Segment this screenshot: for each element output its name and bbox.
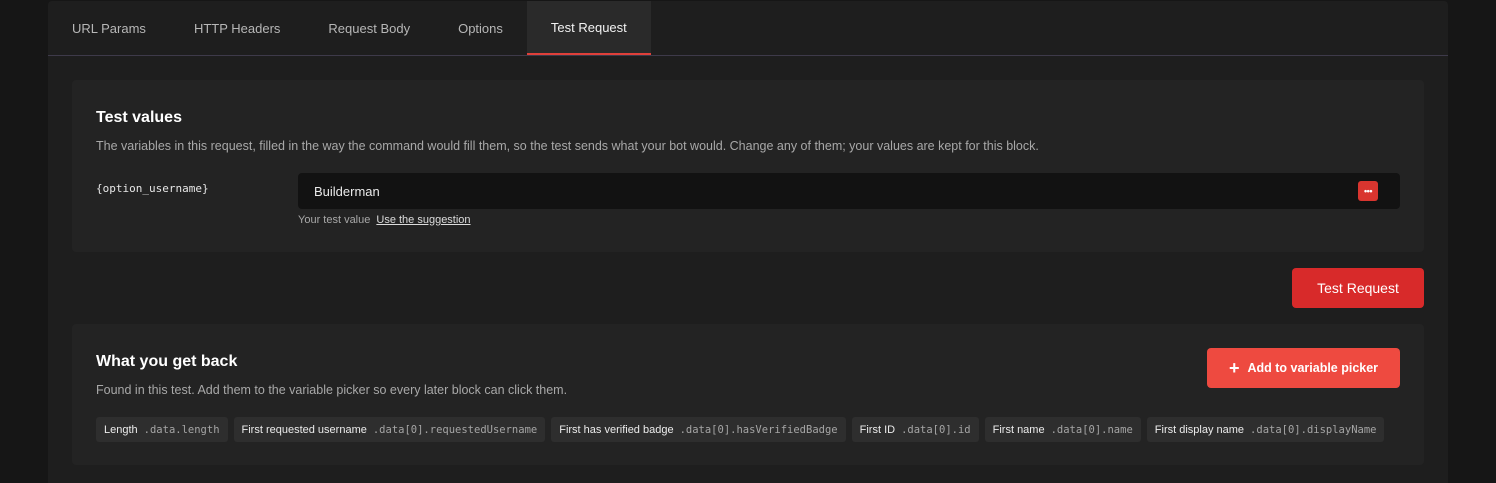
- variable-menu-icon[interactable]: •••: [1358, 181, 1378, 201]
- chip-label: First display name: [1154, 423, 1245, 436]
- result-chip[interactable]: First ID .data[0].id: [851, 417, 979, 442]
- use-suggestion-link[interactable]: Use the suggestion: [376, 214, 470, 226]
- chip-label: Length: [104, 423, 138, 436]
- test-value-field: •••: [298, 173, 1400, 209]
- tab-bar: URL Params HTTP Headers Request Body Opt…: [48, 1, 1448, 56]
- result-chip[interactable]: First name .data[0].name: [984, 417, 1141, 442]
- request-panel: URL Params HTTP Headers Request Body Opt…: [48, 1, 1448, 483]
- test-values-card: Test values The variables in this reques…: [72, 80, 1424, 252]
- test-value-hint: Your test value Use the suggestion: [298, 214, 471, 226]
- result-chip[interactable]: Length .data.length: [96, 417, 228, 442]
- chip-label: First has verified badge: [559, 423, 674, 436]
- chip-label: First ID: [859, 423, 896, 436]
- tab-http-headers[interactable]: HTTP Headers: [170, 1, 304, 55]
- result-chip[interactable]: First display name .data[0].displayName: [1146, 417, 1385, 442]
- result-chip[interactable]: First has verified badge .data[0].hasVer…: [551, 417, 846, 442]
- chip-path: .data[0].displayName: [1250, 423, 1377, 436]
- chip-label: First requested username: [241, 423, 367, 436]
- result-chips: Length .data.length First requested user…: [96, 417, 1385, 442]
- tab-test-request[interactable]: Test Request: [526, 1, 651, 55]
- chip-path: .data[0].name: [1050, 423, 1133, 436]
- tab-request-body[interactable]: Request Body: [304, 1, 434, 55]
- test-value-input[interactable]: [298, 173, 1400, 209]
- tab-url-params[interactable]: URL Params: [48, 1, 170, 55]
- plus-icon: +: [1228, 358, 1240, 378]
- variable-name-label: {option_username}: [96, 182, 209, 195]
- test-values-title: Test values: [96, 109, 182, 126]
- results-description: Found in this test. Add them to the vari…: [96, 383, 568, 397]
- add-button-label: Add to variable picker: [1247, 361, 1379, 375]
- test-request-button[interactable]: Test Request: [1292, 268, 1424, 308]
- chip-path: .data[0].id: [901, 423, 971, 436]
- chip-path: .data.length: [143, 423, 220, 436]
- chip-label: First name: [992, 423, 1045, 436]
- result-chip[interactable]: First requested username .data[0].reques…: [233, 417, 546, 442]
- results-card: What you get back Found in this test. Ad…: [72, 324, 1424, 465]
- test-values-description: The variables in this request, filled in…: [96, 139, 1039, 153]
- chip-path: .data[0].hasVerifiedBadge: [679, 423, 838, 436]
- add-to-variable-picker-button[interactable]: + Add to variable picker: [1207, 348, 1400, 388]
- tab-options[interactable]: Options: [434, 1, 527, 55]
- results-title: What you get back: [96, 353, 238, 370]
- chip-path: .data[0].requestedUsername: [372, 423, 538, 436]
- hint-text: Your test value: [298, 214, 371, 226]
